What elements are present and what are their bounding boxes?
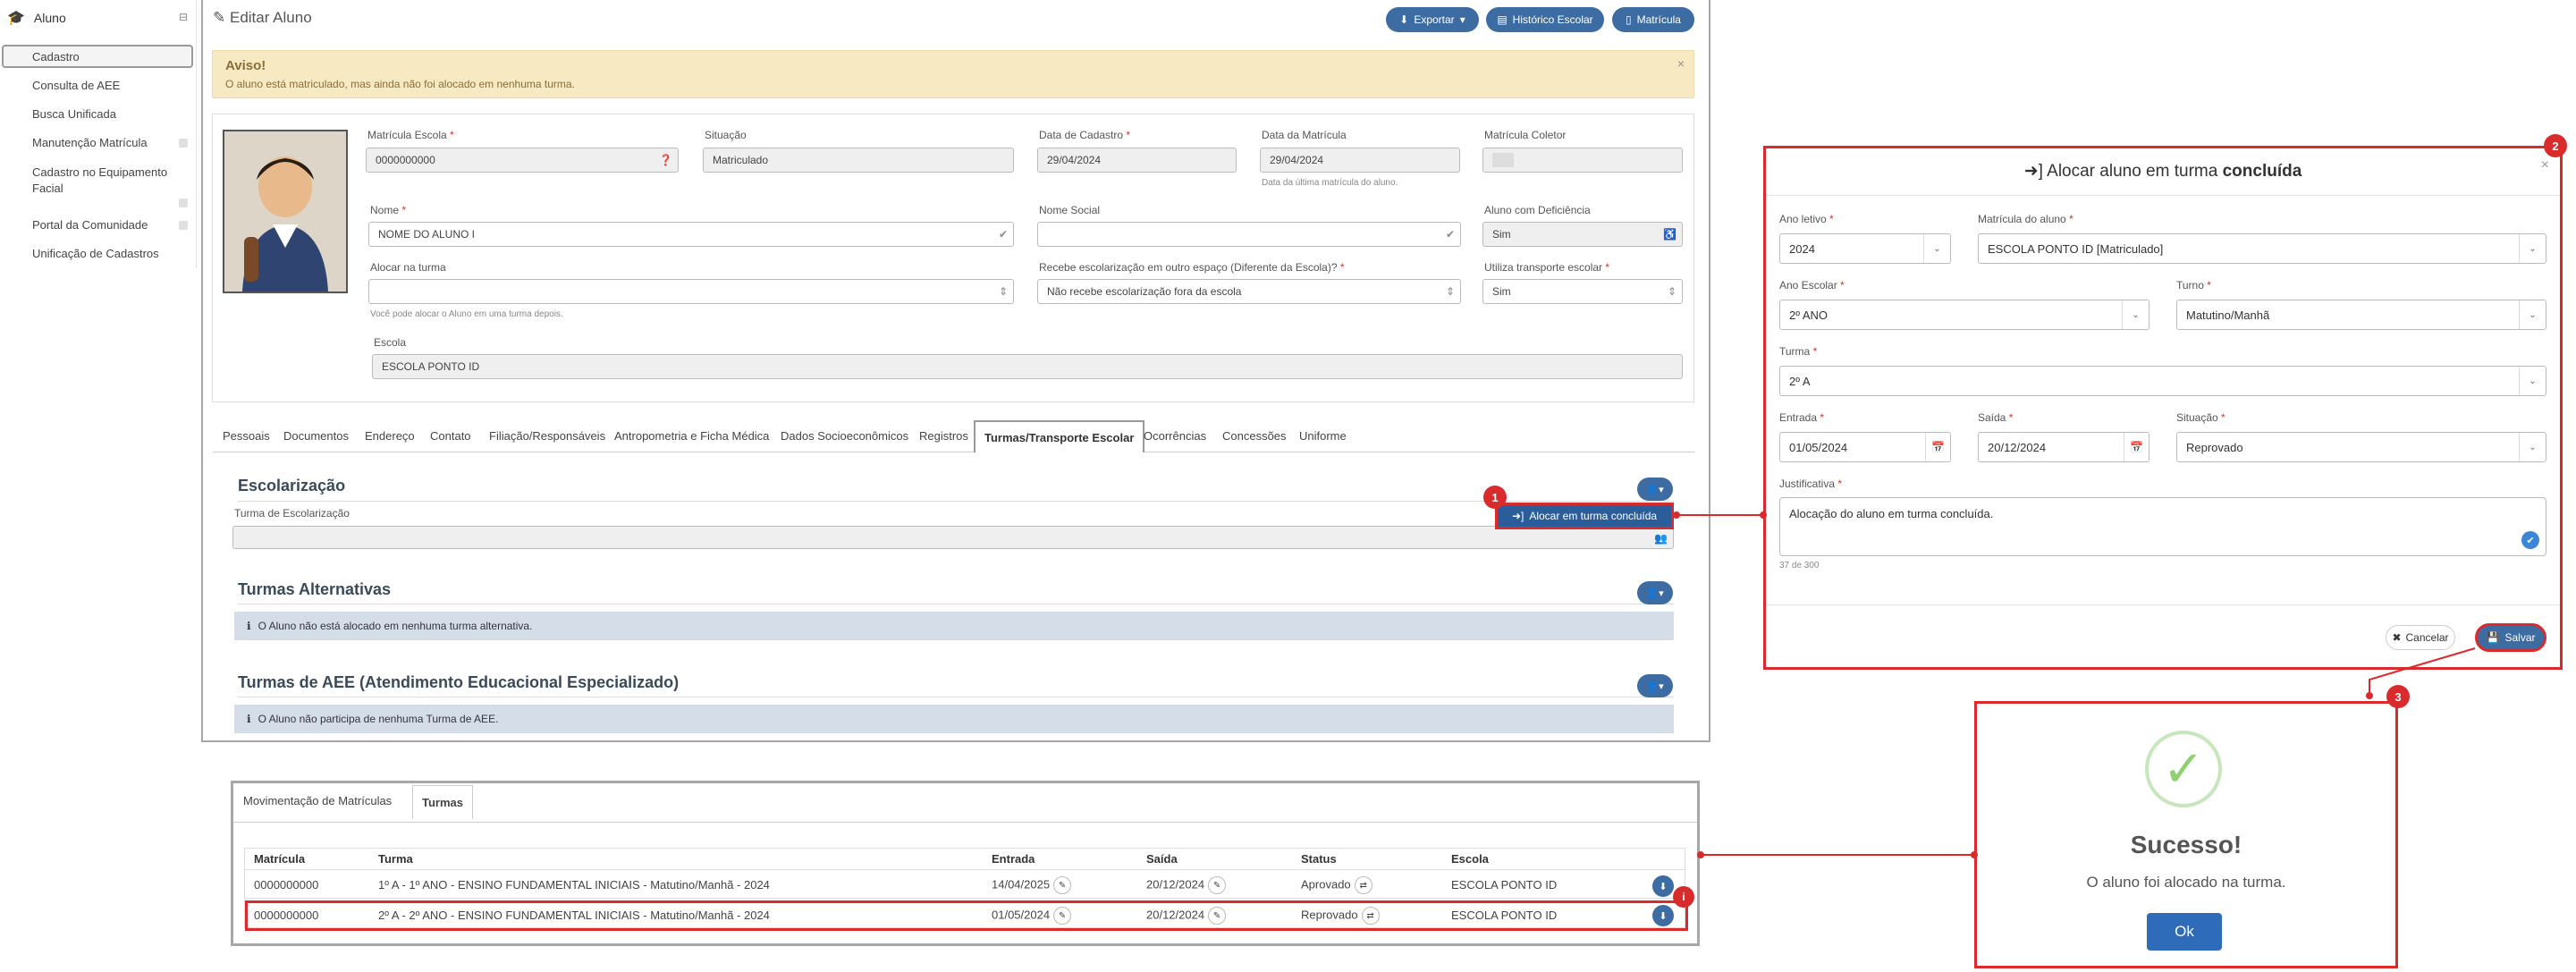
connector-dot bbox=[1971, 851, 1978, 858]
annotation-connectors bbox=[1673, 511, 2476, 858]
connector-line bbox=[2369, 647, 2476, 696]
connector-dot bbox=[1760, 511, 1767, 519]
connector-dot bbox=[1673, 511, 1680, 519]
connector-dot bbox=[2366, 692, 2373, 699]
connector-dot bbox=[1697, 851, 1704, 858]
